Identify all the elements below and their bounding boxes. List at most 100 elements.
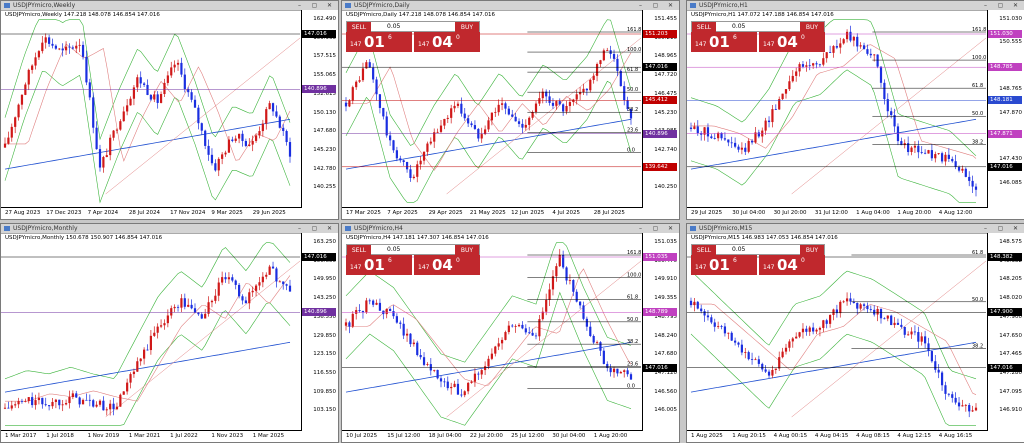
bid-price-button[interactable]: 147 01 6 [691, 255, 757, 275]
candle-body [78, 44, 81, 46]
candle-body [443, 381, 446, 383]
price-tag: 140.896 [643, 129, 677, 138]
trend-line[interactable] [105, 37, 300, 195]
price-axis[interactable]: 162.490159.965157.515155.065152.615150.1… [301, 10, 338, 219]
price-chart[interactable] [1, 233, 300, 429]
time-axis[interactable]: 1 Mar 2017 1 Jul 2018 1 Nov 2019 1 Mar 2021… [1, 430, 302, 442]
chart-window-h4[interactable]: USDJPYmicro,H4 – ▢ ✕ 161.8 100.0 61.8 50.0 38.2 2… [341, 223, 680, 443]
volume-input[interactable]: 0.05 [732, 23, 745, 30]
candle-body [815, 329, 818, 332]
time-axis[interactable]: 10 Jul 2025 15 Jul 12:00 18 Jul 04:00 22 Ju… [342, 430, 643, 442]
candle-body [504, 332, 507, 340]
trend-line[interactable] [105, 260, 300, 418]
candle-body [37, 51, 41, 58]
candle-body [592, 335, 595, 343]
bid-price-button[interactable]: 147 01 6 [346, 32, 412, 52]
candle-body [924, 152, 927, 154]
time-axis[interactable]: 1 Aug 2025 1 Aug 20:15 4 Aug 00:15 4 Aug 04… [687, 430, 988, 442]
candle-body [180, 298, 183, 308]
time-axis[interactable]: 17 Mar 2025 7 Apr 2025 29 Apr 2025 21 May 2… [342, 207, 643, 219]
ask-price-button[interactable]: 147 04 0 [414, 32, 480, 52]
minimize-button[interactable]: – [635, 225, 646, 232]
ask-price-button[interactable]: 147 04 0 [414, 255, 480, 275]
volume-input[interactable]: 0.05 [387, 246, 400, 253]
minimize-button[interactable]: – [980, 225, 991, 232]
candle-body [17, 104, 20, 118]
price-tag: 148.789 [643, 308, 677, 317]
price-axis[interactable]: 163.250156.650149.950143.250136.550129.8… [301, 233, 338, 442]
price-axis[interactable]: 151.455150.210148.965147.720146.475145.2… [642, 10, 679, 219]
candle-body [81, 399, 85, 405]
candle-body [7, 137, 10, 144]
close-button[interactable]: ✕ [324, 2, 335, 9]
candle-body [862, 304, 866, 306]
time-axis[interactable]: 29 Jul 2025 30 Jul 04:00 30 Jul 20:00 31 Ju… [687, 207, 988, 219]
candle-body [616, 58, 619, 71]
candle-body [575, 94, 578, 100]
chart-window-m15[interactable]: USDJPYmicro,M15 – ▢ ✕ 61.8 50.0 38.2 USDJPYmicr… [686, 223, 1024, 443]
close-button[interactable]: ✕ [324, 225, 335, 232]
candle-body [778, 357, 781, 369]
candle-body [224, 277, 227, 280]
candle-body [221, 277, 224, 283]
maximize-button[interactable]: ▢ [650, 2, 661, 9]
ask-price-button[interactable]: 147 04 0 [759, 255, 825, 275]
bid-price-button[interactable]: 147 01 6 [346, 255, 412, 275]
moving-average-red-line [5, 43, 291, 162]
candle-body [720, 326, 723, 327]
close-button[interactable]: ✕ [665, 2, 676, 9]
fibonacci-level-label: 23.6 [627, 361, 638, 367]
candle-body [419, 355, 422, 358]
candle-body [105, 409, 108, 411]
bid-price-button[interactable]: 147 01 6 [691, 32, 757, 52]
minimize-button[interactable]: – [635, 2, 646, 9]
candle-body [102, 400, 105, 411]
time-axis-label: 7 Apr 2025 [387, 210, 418, 216]
candle-body [132, 371, 136, 375]
minimize-button[interactable]: – [294, 2, 305, 9]
candle-body [446, 381, 449, 389]
candle-body [285, 131, 288, 143]
time-axis[interactable]: 27 Aug 2023 17 Dec 2023 7 Apr 2024 28 Jul 2… [1, 207, 302, 219]
candle-body [426, 364, 429, 365]
candle-body [832, 46, 835, 53]
price-axis[interactable]: 151.030150.555149.660148.765147.870146.9… [987, 10, 1024, 219]
chart-window-monthly[interactable]: USDJPYmicro,Monthly – ▢ ✕ USDJPYmicro,Monthl… [0, 223, 339, 443]
candle-body [399, 322, 402, 324]
maximize-button[interactable]: ▢ [309, 225, 320, 232]
bid-price-prefix: 147 [350, 41, 362, 48]
close-button[interactable]: ✕ [665, 225, 676, 232]
minimize-button[interactable]: – [294, 225, 305, 232]
chart-window-weekly[interactable]: USDJPYmicro,Weekly – ▢ ✕ USDJPYmicro,Weekly … [0, 0, 339, 220]
close-button[interactable]: ✕ [1010, 2, 1021, 9]
price-axis[interactable]: 151.035150.470149.910149.355148.795148.2… [642, 233, 679, 442]
close-button[interactable]: ✕ [1010, 225, 1021, 232]
volume-input[interactable]: 0.05 [387, 23, 400, 30]
candle-body [524, 124, 527, 128]
window-title: USDJPYmicro,H1 [699, 2, 748, 9]
ask-price-button[interactable]: 147 04 0 [759, 32, 825, 52]
candle-body [190, 92, 193, 100]
price-axis[interactable]: 148.575 148.382 148.205 148.020 147.900 147.6… [987, 233, 1024, 442]
candle-body [460, 394, 463, 396]
price-axis-label: 147.095 [999, 388, 1022, 395]
chart-window-daily[interactable]: USDJPYmicro,Daily – ▢ ✕ 161.8 100.0 61.8 50.0 38… [341, 0, 680, 220]
maximize-button[interactable]: ▢ [995, 225, 1006, 232]
candle-body [484, 366, 487, 371]
candle-body [866, 49, 869, 54]
price-axis-label: 150.130 [313, 109, 336, 116]
fibonacci-level-label: 100.0 [627, 47, 641, 53]
minimize-button[interactable]: – [980, 2, 991, 9]
volume-input[interactable]: 0.05 [732, 246, 745, 253]
chart-window-h1[interactable]: USDJPYmicro,H1 – ▢ ✕ 161.8 100.0 61.8 50.0 38.2 U… [686, 0, 1024, 220]
price-axis-label: 149.355 [654, 295, 677, 302]
maximize-button[interactable]: ▢ [309, 2, 320, 9]
candle-body [974, 407, 978, 411]
candle-body [602, 350, 605, 364]
price-chart[interactable] [1, 10, 300, 206]
maximize-button[interactable]: ▢ [995, 2, 1006, 9]
candle-body [156, 326, 159, 333]
candle-body [757, 359, 760, 364]
price-tag: 148.382 [988, 253, 1022, 261]
maximize-button[interactable]: ▢ [650, 225, 661, 232]
